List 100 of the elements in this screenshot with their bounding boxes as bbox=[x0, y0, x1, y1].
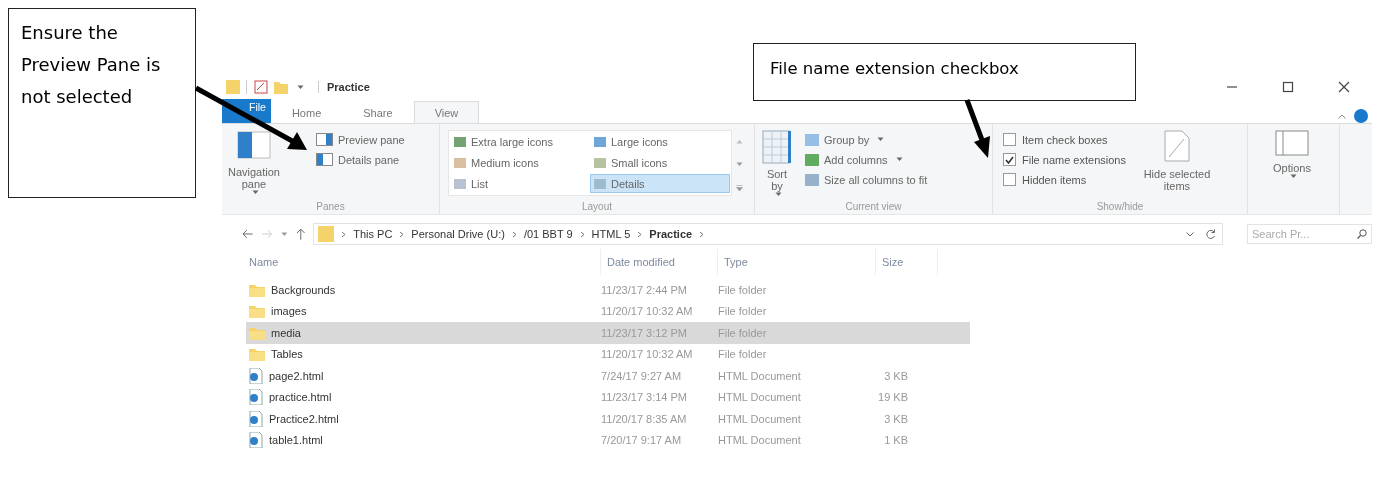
file-row[interactable]: Tables 11/20/17 10:32 AM File folder bbox=[246, 343, 970, 365]
caret-icon bbox=[1290, 174, 1297, 179]
pane-icon bbox=[316, 133, 333, 146]
group-label: Panes bbox=[315, 201, 346, 214]
file-row[interactable]: page2.html 7/24/17 9:27 AM HTML Document 3 KB bbox=[246, 365, 970, 387]
size-cell-text: 1 KB bbox=[883, 434, 909, 447]
date-cell-text: 7/20/17 9:17 AM bbox=[601, 434, 683, 447]
checkbox[interactable] bbox=[1003, 153, 1016, 166]
type-cell-text: File folder bbox=[718, 283, 768, 296]
date-cell-text: 11/20/17 10:32 AM bbox=[601, 348, 694, 361]
chevron-icon bbox=[637, 230, 643, 238]
date-cell-text: 7/24/17 9:27 AM bbox=[601, 369, 683, 382]
file-name: images bbox=[271, 305, 307, 318]
type-cell-text: File folder bbox=[718, 326, 768, 339]
file-name: table1.html bbox=[269, 434, 323, 447]
layout-option[interactable]: Details bbox=[590, 174, 730, 193]
history-caret-icon[interactable] bbox=[1186, 231, 1194, 237]
back-icon[interactable] bbox=[242, 229, 254, 239]
size-cell-text: 19 KB bbox=[877, 391, 909, 404]
pane-icon bbox=[316, 153, 333, 166]
callout-text: File name extension checkbox bbox=[769, 58, 1020, 80]
layout-option[interactable]: Medium icons bbox=[450, 153, 590, 172]
type-cell-text: File folder bbox=[718, 305, 768, 318]
breadcrumb-item[interactable]: Practice bbox=[649, 228, 693, 240]
ribbon-tab[interactable]: View bbox=[413, 101, 480, 123]
size-cell-text: 3 KB bbox=[883, 412, 909, 425]
close-icon[interactable] bbox=[1338, 81, 1350, 93]
file-row[interactable]: table1.html 7/20/17 9:17 AM HTML Document 1 KB bbox=[246, 429, 970, 451]
layout-option[interactable]: List bbox=[450, 174, 590, 193]
up-icon[interactable] bbox=[295, 228, 306, 240]
file-name: Backgrounds bbox=[271, 283, 336, 296]
type-cell-text: File folder bbox=[718, 348, 768, 361]
options-icon bbox=[1275, 130, 1309, 156]
chevron-icon bbox=[341, 230, 347, 238]
column-header[interactable]: Size bbox=[876, 249, 938, 275]
layout-option[interactable]: Extra large icons bbox=[450, 132, 590, 151]
new-folder-icon bbox=[274, 80, 288, 94]
file-row[interactable]: Backgrounds 11/23/17 2:44 PM File folder bbox=[246, 279, 970, 301]
ribbon-tab[interactable]: Share bbox=[342, 101, 414, 123]
callout-text: Ensure the Preview Pane is not selected bbox=[20, 21, 162, 109]
layout-option[interactable]: Small icons bbox=[590, 153, 730, 172]
date-cell-text: 11/23/17 3:12 PM bbox=[601, 326, 689, 339]
date-cell-text: 11/23/17 3:14 PM bbox=[601, 391, 689, 404]
separator-icon bbox=[246, 80, 248, 94]
help-icon bbox=[1354, 109, 1368, 123]
column-header[interactable]: Date modified bbox=[601, 249, 718, 275]
group-label: Show/hide bbox=[1095, 201, 1145, 214]
navigation-pane-button[interactable]: Navigation pane bbox=[226, 130, 282, 201]
file-row[interactable]: practice.html 11/23/17 3:14 PM HTML Document 19 KB bbox=[246, 386, 970, 408]
caret-icon bbox=[252, 190, 259, 195]
checkbox-label: File name extensions bbox=[1022, 153, 1126, 166]
view-command[interactable]: Add columns bbox=[801, 150, 932, 169]
file-row[interactable]: Practice2.html 11/20/17 8:35 AM HTML Document 3 KB bbox=[246, 408, 970, 430]
breadcrumb-item[interactable]: Personal Drive (U:) bbox=[411, 228, 505, 240]
search-field[interactable]: Search Pr... bbox=[1247, 224, 1372, 244]
checkbox-label: Item check boxes bbox=[1022, 133, 1108, 146]
sort-by-button[interactable]: Sort by bbox=[759, 130, 795, 201]
sort-icon bbox=[762, 130, 792, 164]
date-cell-text: 11/20/17 10:32 AM bbox=[601, 305, 694, 318]
maximize-icon[interactable] bbox=[1282, 81, 1294, 93]
type-cell-text: HTML Document bbox=[718, 391, 802, 404]
scroll-down-icon[interactable] bbox=[736, 162, 743, 167]
check-icon bbox=[1005, 155, 1014, 164]
navigation-pane-icon bbox=[237, 130, 271, 160]
chevron-icon bbox=[399, 230, 405, 238]
chevron-icon bbox=[511, 230, 517, 238]
file-name: page2.html bbox=[269, 369, 324, 382]
breadcrumb-item[interactable]: This PC bbox=[353, 228, 393, 240]
options-button[interactable]: Options bbox=[1252, 130, 1332, 200]
group-label: Current view bbox=[844, 201, 903, 214]
web-file-icon bbox=[249, 367, 263, 384]
checkbox[interactable] bbox=[1003, 173, 1016, 186]
expand-gallery-icon[interactable] bbox=[736, 185, 743, 192]
view-command[interactable]: Size all columns to fit bbox=[801, 170, 932, 189]
scroll-up-icon[interactable] bbox=[736, 139, 743, 144]
caret-icon bbox=[775, 192, 782, 197]
file-row[interactable]: images 11/20/17 10:32 AM File folder bbox=[246, 300, 970, 322]
breadcrumb-item[interactable]: HTML 5 bbox=[591, 228, 631, 240]
recent-caret-icon[interactable] bbox=[280, 231, 288, 237]
breadcrumb-item[interactable]: /01 BBT 9 bbox=[523, 228, 573, 240]
file-name: media bbox=[271, 326, 301, 339]
column-header[interactable]: Type bbox=[718, 249, 876, 275]
date-cell-text: 11/23/17 2:44 PM bbox=[601, 283, 689, 296]
pane-toggle[interactable]: Preview pane bbox=[312, 130, 409, 149]
arrow bbox=[964, 99, 990, 158]
chevron-icon bbox=[699, 230, 705, 238]
group-label: Layout bbox=[581, 201, 613, 214]
hide-selected-items-button[interactable]: Hide selected items bbox=[1137, 130, 1216, 201]
checkbox[interactable] bbox=[1003, 133, 1016, 146]
type-cell-text: HTML Document bbox=[718, 434, 802, 447]
view-command[interactable]: Group by bbox=[801, 130, 932, 149]
type-cell-text: HTML Document bbox=[718, 412, 802, 425]
column-header[interactable]: Name bbox=[246, 249, 601, 275]
window-title: Practice bbox=[318, 81, 370, 93]
type-cell-text: HTML Document bbox=[718, 369, 802, 382]
refresh-icon[interactable] bbox=[1205, 228, 1216, 240]
pane-toggle[interactable]: Details pane bbox=[312, 150, 409, 169]
file-row[interactable]: media 11/23/17 3:12 PM File folder bbox=[246, 322, 970, 344]
ribbon-tab[interactable]: Home bbox=[270, 101, 343, 123]
layout-option[interactable]: Large icons bbox=[590, 132, 730, 151]
